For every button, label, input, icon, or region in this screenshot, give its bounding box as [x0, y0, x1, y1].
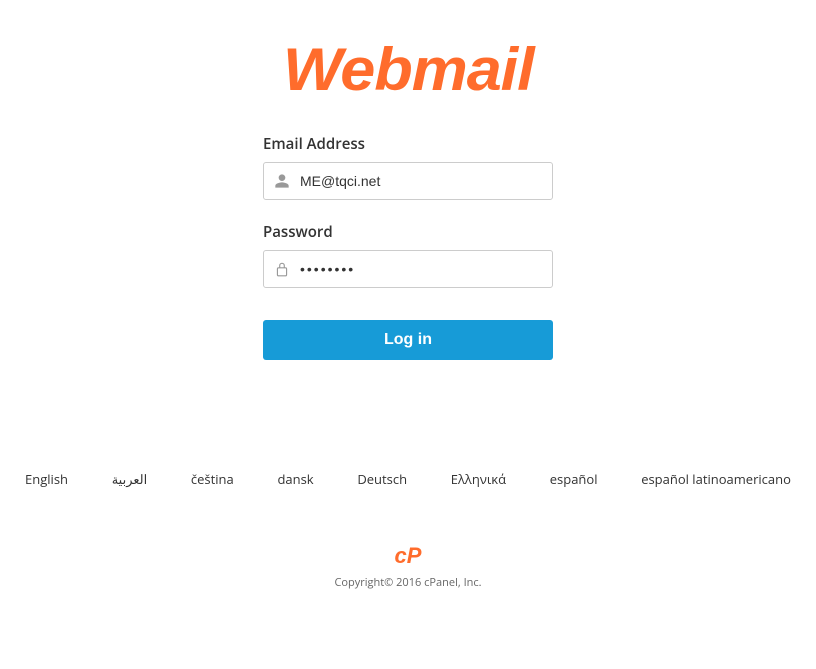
language-list: English العربية čeština dansk Deutsch Ελ…	[0, 470, 816, 488]
cpanel-logo: cP	[334, 543, 481, 569]
webmail-logo: Webmail	[283, 35, 534, 104]
lang-danish[interactable]: dansk	[277, 470, 313, 488]
lang-spanish-la[interactable]: español latinoamericano	[641, 470, 791, 488]
login-form: Email Address Password	[263, 134, 553, 360]
footer: cP Copyright© 2016 cPanel, Inc.	[334, 543, 481, 590]
email-input[interactable]	[300, 163, 552, 199]
login-button[interactable]: Log in	[263, 320, 553, 360]
lang-arabic[interactable]: العربية	[112, 470, 148, 488]
password-label: Password	[263, 222, 553, 242]
lock-icon	[264, 261, 300, 277]
user-icon	[264, 173, 300, 189]
lang-czech[interactable]: čeština	[191, 470, 234, 488]
email-input-wrap[interactable]	[263, 162, 553, 200]
copyright-text: Copyright© 2016 cPanel, Inc.	[334, 575, 481, 590]
lang-english[interactable]: English	[25, 470, 68, 488]
password-input-wrap[interactable]	[263, 250, 553, 288]
lang-german[interactable]: Deutsch	[357, 470, 407, 488]
lang-greek[interactable]: Ελληνικά	[451, 470, 506, 488]
password-input[interactable]	[300, 251, 552, 287]
lang-spanish[interactable]: español	[550, 470, 598, 488]
email-label: Email Address	[263, 134, 553, 154]
